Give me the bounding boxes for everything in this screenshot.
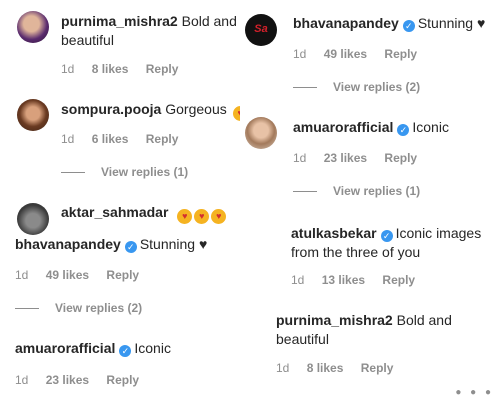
username[interactable]: amuarorafficial — [293, 119, 393, 135]
comment-meta: 1d 6 likes Reply — [61, 132, 192, 146]
comment-body: Gorgeous — [165, 101, 227, 117]
comment-body: Bold and — [396, 312, 452, 328]
replies-divider — [15, 307, 39, 309]
comment-meta: 1d 49 likes Reply — [293, 47, 431, 61]
timestamp: 1d — [61, 132, 75, 146]
timestamp: 1d — [276, 361, 290, 375]
view-replies-label: View replies (1) — [101, 165, 189, 179]
username[interactable]: purnima_mishra2 — [276, 312, 393, 328]
view-replies-label: View replies (2) — [55, 301, 143, 315]
view-replies-button[interactable]: View replies (1) — [61, 165, 188, 179]
timestamp: 1d — [293, 47, 307, 61]
comment-body-cont: beautiful — [61, 32, 114, 48]
username[interactable]: bhavanapandey — [15, 236, 121, 252]
likes-count[interactable]: 23 likes — [46, 373, 89, 387]
avatar[interactable] — [17, 11, 49, 43]
comment-text: purnima_mishra2 Bold and beautiful — [276, 311, 452, 349]
verified-badge-icon: ✓ — [124, 241, 137, 253]
username[interactable]: amuarorafficial — [15, 340, 115, 356]
username[interactable]: bhavanapandey — [293, 15, 399, 31]
comment-body: Iconic — [412, 119, 449, 135]
comment-meta: 1d 49 likes Reply — [15, 268, 153, 282]
timestamp: 1d — [15, 268, 29, 282]
reply-button[interactable]: Reply — [106, 373, 139, 387]
likes-count[interactable]: 8 likes — [92, 62, 129, 76]
comment-text: amuarorafficial ✓ Iconic — [15, 339, 171, 358]
comment-body: Iconic — [134, 340, 171, 356]
verified-badge-icon: ✓ — [402, 20, 415, 32]
username[interactable]: purnima_mishra2 — [61, 13, 178, 29]
avatar[interactable]: Sa — [245, 14, 277, 46]
view-replies-button[interactable]: View replies (2) — [293, 80, 420, 94]
comment-text: bhavanapandey ✓ Stunning ♥ — [15, 235, 207, 254]
reply-button[interactable]: Reply — [361, 361, 394, 375]
likes-count[interactable]: 13 likes — [322, 273, 365, 287]
comment-body: Stunning ♥ — [139, 236, 208, 252]
timestamp: 1d — [61, 62, 75, 76]
verified-badge-icon: ✓ — [397, 124, 410, 136]
timestamp: 1d — [291, 273, 305, 287]
replies-divider — [293, 190, 317, 192]
likes-count[interactable]: 23 likes — [324, 151, 367, 165]
avatar[interactable] — [17, 203, 49, 235]
view-replies-label: View replies (2) — [333, 80, 421, 94]
username[interactable]: atulkasbekar — [291, 225, 377, 241]
comment-body-cont: from the three of you — [291, 244, 421, 260]
view-replies-button[interactable]: View replies (2) — [15, 301, 142, 315]
comment-text: amuarorafficial ✓ Iconic — [293, 118, 449, 137]
comment-body: Iconic images — [395, 225, 482, 241]
heart-eyes-emoji-icon: ♥ — [194, 209, 210, 224]
username[interactable]: aktar_sahmadar — [61, 204, 168, 220]
comment-text: bhavanapandey ✓ Stunning ♥ — [293, 14, 485, 33]
comment-meta: 1d 8 likes Reply — [276, 361, 407, 375]
verified-badge-icon: ✓ — [380, 230, 393, 242]
likes-count[interactable]: 6 likes — [92, 132, 129, 146]
comment-body: Stunning ♥ — [417, 15, 486, 31]
reply-button[interactable]: Reply — [146, 62, 179, 76]
verified-badge-icon: ✓ — [119, 345, 132, 357]
comment-body-cont: beautiful — [276, 331, 329, 347]
reply-button[interactable]: Reply — [384, 47, 417, 61]
replies-divider — [293, 86, 317, 88]
comment-text: purnima_mishra2 Bold and beautiful — [61, 12, 237, 50]
replies-divider — [61, 171, 85, 173]
comment-text: atulkasbekar ✓ Iconic images from the thre… — [291, 224, 481, 262]
comment-meta: 1d 13 likes Reply — [291, 273, 429, 287]
reply-button[interactable]: Reply — [384, 151, 417, 165]
comment-meta: 1d 8 likes Reply — [61, 62, 192, 76]
more-options-icon[interactable]: ● ● ● — [455, 387, 494, 398]
comment-text: aktar_sahmadar ♥ ♥ ♥ — [61, 203, 227, 224]
avatar[interactable] — [245, 117, 277, 149]
view-replies-button[interactable]: View replies (1) — [293, 184, 420, 198]
reply-button[interactable]: Reply — [106, 268, 139, 282]
comment-meta: 1d 23 likes Reply — [293, 151, 431, 165]
view-replies-label: View replies (1) — [333, 184, 421, 198]
comment-body: Bold and — [181, 13, 237, 29]
likes-count[interactable]: 49 likes — [324, 47, 367, 61]
timestamp: 1d — [293, 151, 307, 165]
timestamp: 1d — [15, 373, 29, 387]
reply-button[interactable]: Reply — [146, 132, 179, 146]
heart-eyes-emoji-icon: ♥ — [177, 209, 193, 224]
reply-button[interactable]: Reply — [382, 273, 415, 287]
brand-logo-icon: Sa — [254, 23, 268, 35]
left-comments-pane: purnima_mishra2 Bold and beautiful 1d 8 … — [0, 0, 256, 400]
heart-eyes-emoji-icon: ♥ — [211, 209, 227, 224]
username[interactable]: sompura.pooja — [61, 101, 161, 117]
right-comments-pane: Sa bhavanapandey ✓ Stunning ♥ 1d 49 likes … — [240, 0, 500, 400]
likes-count[interactable]: 8 likes — [307, 361, 344, 375]
likes-count[interactable]: 49 likes — [46, 268, 89, 282]
comment-text: sompura.pooja Gorgeous ♥ — [61, 100, 248, 121]
avatar[interactable] — [17, 99, 49, 131]
comment-meta: 1d 23 likes Reply — [15, 373, 153, 387]
